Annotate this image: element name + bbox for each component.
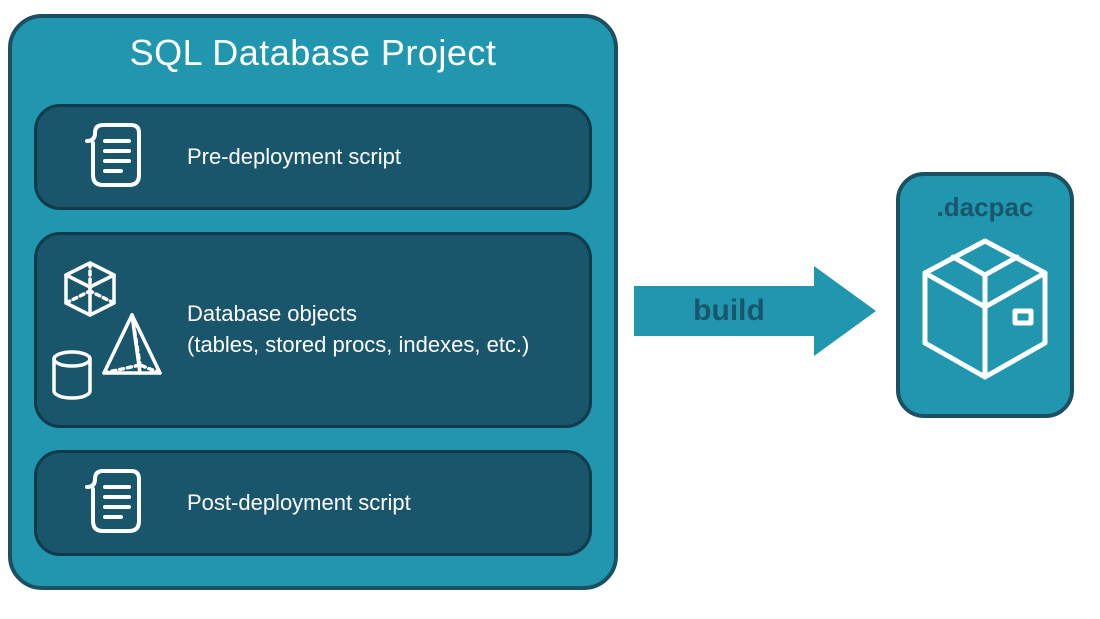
- package-icon: [915, 235, 1055, 390]
- project-title: SQL Database Project: [12, 32, 614, 74]
- post-deployment-card: Post-deployment script: [34, 450, 592, 556]
- pre-deployment-card: Pre-deployment script: [34, 104, 592, 210]
- dacpac-title: .dacpac: [937, 192, 1034, 223]
- diagram-stage: SQL Database Project Pre-deployment sc: [0, 0, 1100, 619]
- script-icon: [37, 467, 187, 539]
- database-objects-label-line1: Database objects: [187, 299, 589, 330]
- script-icon: [37, 121, 187, 193]
- pre-deployment-label: Pre-deployment script: [187, 142, 589, 173]
- build-arrow-label: build: [654, 266, 804, 356]
- database-objects-label-line2: (tables, stored procs, indexes, etc.): [187, 330, 589, 361]
- build-arrow: build: [634, 266, 876, 356]
- shapes-icon: [37, 255, 187, 405]
- post-deployment-label: Post-deployment script: [187, 488, 589, 519]
- database-objects-label: Database objects (tables, stored procs, …: [187, 299, 589, 361]
- dacpac-output: .dacpac: [896, 172, 1074, 418]
- database-objects-card: Database objects (tables, stored procs, …: [34, 232, 592, 428]
- sql-project-container: SQL Database Project Pre-deployment sc: [8, 14, 618, 590]
